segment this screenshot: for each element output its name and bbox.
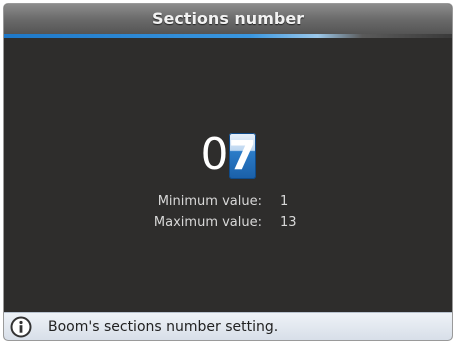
- title-accent-bar: [4, 34, 452, 38]
- limits-panel: Minimum value: 1 Maximum value: 13: [4, 194, 452, 236]
- minimum-row: Minimum value: 1: [4, 194, 452, 215]
- minimum-label: Minimum value:: [157, 194, 262, 209]
- info-icon: [10, 316, 32, 338]
- status-bar: Boom's sections number setting.: [4, 312, 452, 340]
- maximum-value: 13: [280, 215, 297, 230]
- minimum-value: 1: [280, 194, 289, 209]
- maximum-row: Maximum value: 13: [4, 215, 452, 236]
- tens-digit[interactable]: 0: [201, 133, 229, 177]
- title-bar: Sections number: [4, 4, 452, 38]
- status-text: Boom's sections number setting.: [48, 319, 279, 335]
- ones-digit-selected[interactable]: 7: [228, 133, 256, 179]
- dialog-window: Sections number 07 Minimum value: 1 Maxi…: [4, 4, 452, 340]
- value-editor: 07: [4, 133, 452, 181]
- maximum-label: Maximum value:: [153, 215, 262, 230]
- page-title: Sections number: [151, 9, 305, 28]
